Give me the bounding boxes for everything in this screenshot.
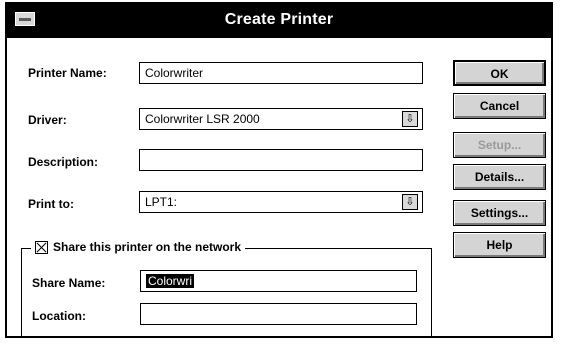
details-button[interactable]: Details... xyxy=(453,164,546,190)
description-label: Description: xyxy=(28,155,99,169)
window-title: Create Printer xyxy=(224,11,334,28)
ok-button[interactable]: OK xyxy=(453,60,546,86)
help-button[interactable]: Help xyxy=(453,232,546,258)
setup-button[interactable]: Setup... xyxy=(453,132,546,158)
driver-combobox[interactable]: Colorwriter LSR 2000 ⇩ xyxy=(139,108,423,130)
dropdown-arrow-icon[interactable]: ⇩ xyxy=(402,194,418,210)
share-checkbox-label: Share this printer on the network xyxy=(53,240,242,254)
location-label: Location: xyxy=(32,309,86,323)
print-to-value: LPT1: xyxy=(145,195,178,209)
location-field[interactable] xyxy=(140,303,417,325)
share-name-field[interactable]: Colorwri xyxy=(140,270,417,292)
share-checkbox-row[interactable]: Share this printer on the network xyxy=(31,240,246,254)
driver-value: Colorwriter LSR 2000 xyxy=(145,112,260,126)
title-bar[interactable]: Create Printer xyxy=(7,4,551,38)
driver-label: Driver: xyxy=(28,113,67,127)
settings-button[interactable]: Settings... xyxy=(453,200,546,226)
print-to-combobox[interactable]: LPT1: ⇩ xyxy=(139,191,423,213)
share-name-label: Share Name: xyxy=(32,276,106,290)
dropdown-arrow-icon[interactable]: ⇩ xyxy=(402,111,418,127)
cancel-button[interactable]: Cancel xyxy=(453,93,546,119)
print-to-label: Print to: xyxy=(28,197,74,211)
share-name-value: Colorwri xyxy=(146,274,195,288)
create-printer-dialog: Create Printer Printer Name: Colorwriter… xyxy=(5,2,553,338)
description-field[interactable] xyxy=(139,149,423,171)
printer-name-field[interactable]: Colorwriter xyxy=(139,62,423,84)
printer-name-label: Printer Name: xyxy=(28,66,107,80)
checkbox-checked-icon[interactable] xyxy=(35,240,48,254)
